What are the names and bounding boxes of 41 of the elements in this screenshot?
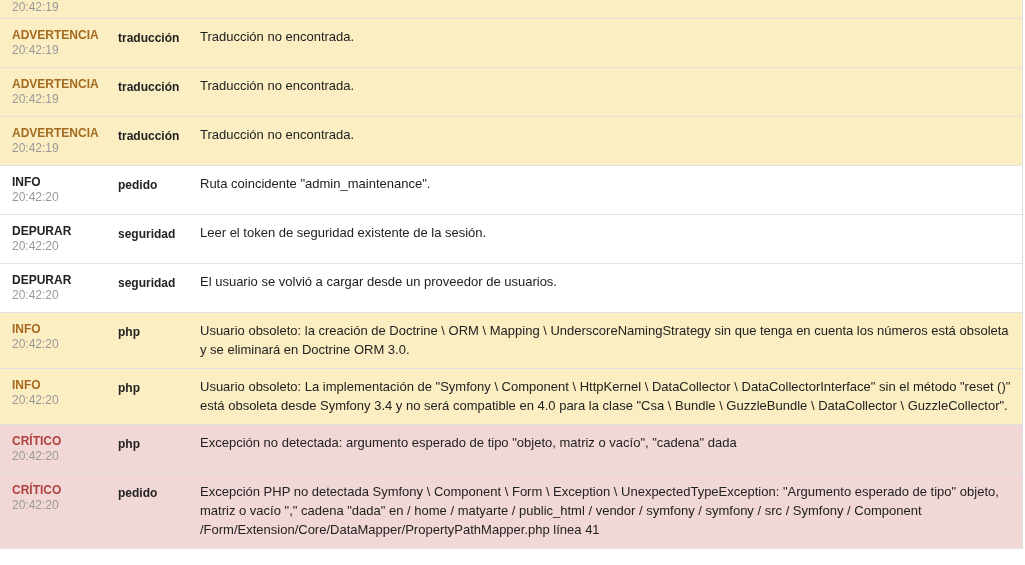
log-message: Usuario obsoleto: la creación de Doctrine \ ORM \ Mapping \ UnderscoreNamingStrategy sin que tenga en cuenta los números está obsoleta y se eliminará en Doctrine ORM 3.0. (200, 322, 1010, 359)
log-message: Excepción no detectada: argumento esperado de tipo "objeto, matriz o vacío", "cadena" dada (200, 434, 738, 452)
log-level: CRÍTICO (12, 483, 63, 498)
log-level: INFO (12, 175, 42, 190)
log-time: 20:42:20 (12, 498, 60, 513)
log-level: DEPURAR (12, 273, 73, 288)
log-level: ADVERTENCIA (12, 126, 100, 141)
log-level: INFO (12, 378, 42, 393)
log-time: 20:42:20 (12, 190, 60, 205)
log-time: 20:42:19 (12, 43, 60, 58)
log-message: Traducción no encontrada. (200, 126, 356, 144)
log-channel: php (118, 325, 140, 339)
log-channel: traducción (118, 80, 180, 94)
log-level: CRÍTICO (12, 434, 63, 449)
log-level: DEPURAR (12, 224, 73, 239)
log-channel: pedido (118, 178, 158, 192)
log-level: ADVERTENCIA (12, 28, 100, 43)
log-message: Traducción no encontrada. (200, 77, 356, 95)
log-message: Traducción no encontrada. (200, 28, 356, 46)
log-channel: php (118, 381, 140, 395)
log-level: ADVERTENCIA (12, 77, 100, 92)
log-time: 20:42:20 (12, 288, 60, 303)
log-level: INFO (12, 322, 42, 337)
log-message: Leer el token de seguridad existente de la sesión. (200, 224, 488, 242)
log-channel: seguridad (118, 276, 176, 290)
log-message: Ruta coincidente "admin_maintenance". (200, 175, 432, 193)
log-message: Excepción PHP no detectada Symfony \ Component \ Form \ Exception \ UnexpectedTypeException: "Argumento esperado de tipo" objeto, matriz o vacío "," cadena "dada" en / home / matyarte / public_html / vendor / symfony / symfony / src / Symfony / Component /Form/Extension/Core/DataMapper/PropertyPathMapper.php línea 41 (200, 483, 1000, 539)
log-time: 20:42:20 (12, 393, 60, 408)
log-channel: php (118, 437, 140, 451)
log-channel: traducción (118, 129, 180, 143)
log-time: 20:42:19 (12, 0, 60, 15)
log-channel: pedido (118, 486, 158, 500)
log-time: 20:42:20 (12, 239, 60, 254)
log-channel: seguridad (118, 227, 176, 241)
log-time: 20:42:20 (12, 337, 60, 352)
log-time: 20:42:19 (12, 92, 60, 107)
log-message: El usuario se volvió a cargar desde un proveedor de usuarios. (200, 273, 558, 291)
log-time: 20:42:20 (12, 449, 60, 464)
log-message: Usuario obsoleto: La implementación de "Symfony \ Component \ HttpKernel \ DataCollector \ DataCollectorInterface" sin el método "reset ()" está obsoleta desde Symfony 3.4 y no será compatible en 4.0 para la clase "Csa \ Bundle \ GuzzleBundle \ DataCollector \ GuzzleCollector". (200, 378, 1012, 415)
log-time: 20:42:19 (12, 141, 60, 156)
log-channel: traducción (118, 31, 180, 45)
